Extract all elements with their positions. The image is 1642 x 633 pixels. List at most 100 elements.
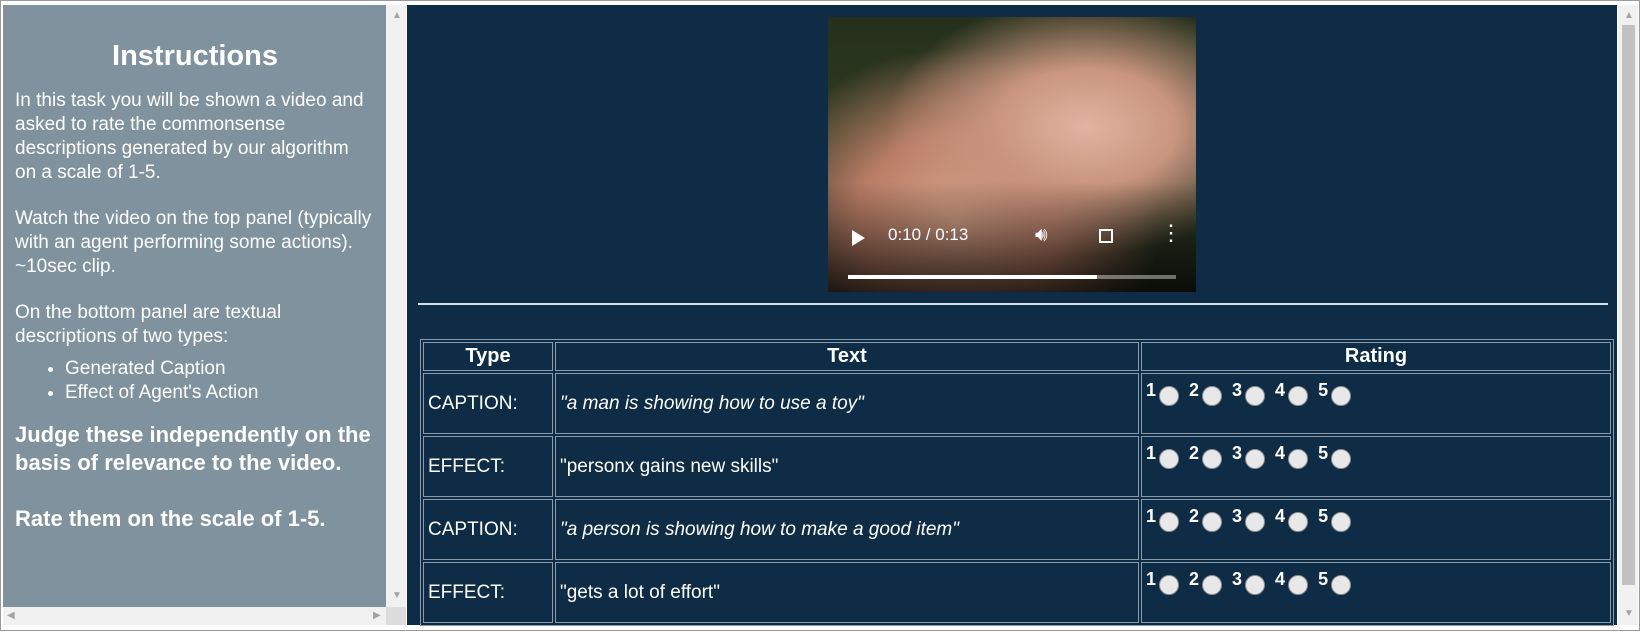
scroll-up-arrow-icon[interactable]: ▲ [1624,11,1634,21]
rating-option: 2 [1189,380,1223,406]
rating-option: 4 [1275,506,1309,532]
rating-number: 1 [1146,506,1157,526]
rating-number: 2 [1189,380,1200,400]
rating-radio-3[interactable] [1245,512,1266,532]
table-row: CAPTION: "a man is showing how to use a t… [423,373,1611,434]
rating-option: 4 [1275,380,1309,406]
rating-radio-2[interactable] [1202,575,1223,595]
rating-number: 4 [1275,506,1286,526]
table-row: EFFECT: "gets a lot of effort" 1 2 3 4 5 [423,562,1611,623]
video-progress-bar[interactable] [848,275,1176,279]
more-options-icon[interactable]: ⋮ [1160,222,1182,244]
play-icon[interactable] [852,230,865,246]
scrollbar-thumb[interactable] [1622,25,1635,585]
rating-number: 5 [1318,443,1329,463]
rating-option: 5 [1318,380,1352,406]
row-rating: 1 2 3 4 5 [1141,562,1611,623]
table-header-row: Type Text Rating [423,342,1611,371]
row-rating: 1 2 3 4 5 [1141,436,1611,497]
rating-radio-1[interactable] [1159,512,1180,532]
scrollbar-corner [386,607,406,625]
rating-radio-2[interactable] [1202,386,1223,406]
rating-number: 3 [1232,506,1243,526]
video-player[interactable]: 0:10 / 0:13 🔊︎ ⋮ [828,17,1196,292]
row-rating: 1 2 3 4 5 [1141,373,1611,434]
rating-option: 2 [1189,443,1223,469]
rating-radio-4[interactable] [1288,512,1309,532]
instructions-paragraph-2: Watch the video on the top panel (typica… [15,208,372,277]
rating-number: 2 [1189,506,1200,526]
rating-radio-3[interactable] [1245,386,1266,406]
left-panel-vertical-scrollbar[interactable]: ▲ ▼ [386,5,406,607]
rating-radio-4[interactable] [1288,449,1309,469]
rating-radio-1[interactable] [1159,449,1180,469]
video-time: 0:10 / 0:13 [888,225,969,244]
rating-number: 5 [1318,569,1329,589]
rating-radio-5[interactable] [1331,386,1352,406]
rating-number: 2 [1189,443,1200,463]
row-rating: 1 2 3 4 5 [1141,499,1611,560]
left-panel-horizontal-scrollbar[interactable]: ◀ ▶ [3,607,386,625]
row-text: "personx gains new skills" [555,436,1139,497]
column-header-rating: Rating [1141,342,1611,371]
rating-radio-2[interactable] [1202,449,1223,469]
rating-radio-3[interactable] [1245,449,1266,469]
row-text: "a man is showing how to use a toy" [555,373,1139,434]
fullscreen-icon[interactable] [1099,229,1113,243]
rating-radio-1[interactable] [1159,386,1180,406]
scroll-down-arrow-icon[interactable]: ▼ [392,591,402,601]
rating-option: 1 [1146,569,1180,595]
column-header-text: Text [555,342,1139,371]
rating-number: 5 [1318,380,1329,400]
rating-radio-4[interactable] [1288,386,1309,406]
list-item: Generated Caption [65,357,375,381]
scroll-left-arrow-icon[interactable]: ◀ [7,611,15,621]
row-type: EFFECT: [423,436,553,497]
instructions-emphasis-2: Rate them on the scale of 1-5. [15,506,326,531]
rating-radio-5[interactable] [1331,512,1352,532]
rating-number: 3 [1232,443,1243,463]
rating-number: 3 [1232,569,1243,589]
row-text: "a person is showing how to make a good … [555,499,1139,560]
rating-radio-4[interactable] [1288,575,1309,595]
volume-icon[interactable]: 🔊︎ [1035,224,1048,247]
table-row: EFFECT: "personx gains new skills" 1 2 3 4 5 [423,436,1611,497]
rating-number: 1 [1146,569,1157,589]
rating-option: 3 [1232,506,1266,532]
rating-radio-5[interactable] [1331,575,1352,595]
description-types-list: Generated Caption Effect of Agent's Acti… [15,357,375,405]
divider [418,303,1608,305]
scroll-down-arrow-icon[interactable]: ▼ [1624,609,1634,619]
list-item: Effect of Agent's Action [65,381,375,405]
table-row: CAPTION: "a person is showing how to make… [423,499,1611,560]
main-panel-vertical-scrollbar[interactable]: ▲ ▼ [1618,5,1638,625]
instructions-emphasis-1: Judge these independently on the basis o… [15,422,371,475]
rating-number: 4 [1275,443,1286,463]
video-progress-fill [848,275,1098,279]
instructions-paragraph-3: On the bottom panel are textual descript… [15,302,282,347]
scroll-right-arrow-icon[interactable]: ▶ [373,611,381,621]
scroll-up-arrow-icon[interactable]: ▲ [392,11,402,21]
row-text: "gets a lot of effort" [555,562,1139,623]
rating-number: 4 [1275,569,1286,589]
rating-option: 4 [1275,569,1309,595]
instructions-title: Instructions [112,40,278,72]
rating-radio-2[interactable] [1202,512,1223,532]
rating-radio-1[interactable] [1159,575,1180,595]
rating-option: 1 [1146,443,1180,469]
rating-radio-3[interactable] [1245,575,1266,595]
rating-option: 2 [1189,569,1223,595]
row-type: CAPTION: [423,499,553,560]
row-type: EFFECT: [423,562,553,623]
rating-option: 5 [1318,443,1352,469]
row-type: CAPTION: [423,373,553,434]
rating-option: 4 [1275,443,1309,469]
rating-number: 1 [1146,443,1157,463]
rating-number: 4 [1275,380,1286,400]
rating-option: 1 [1146,380,1180,406]
rating-number: 1 [1146,380,1157,400]
rating-option: 3 [1232,443,1266,469]
rating-option: 1 [1146,506,1180,532]
rating-radio-5[interactable] [1331,449,1352,469]
column-header-type: Type [423,342,553,371]
